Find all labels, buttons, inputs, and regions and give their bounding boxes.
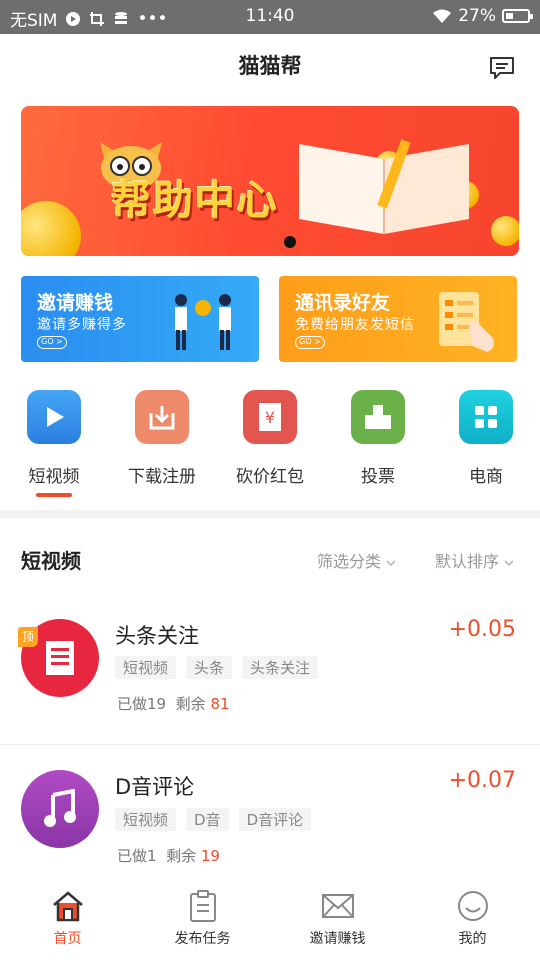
promo-subtitle: 邀请多赚得多 <box>37 317 127 333</box>
envelope-icon <box>321 894 354 918</box>
app-header: 猫猫帮 <box>0 34 540 98</box>
music-note-icon <box>21 770 99 848</box>
promo-title: 邀请赚钱 <box>37 292 114 314</box>
contacts-friends-card[interactable]: 通讯录好友 免费给朋友发短信 GO > <box>279 276 517 362</box>
wifi-icon <box>433 9 452 23</box>
contact-list-hand-icon <box>439 292 495 352</box>
page-title: 猫猫帮 <box>238 54 302 78</box>
promo-title: 通讯录好友 <box>295 292 391 314</box>
ballot-box-icon <box>351 390 405 444</box>
task-name: D音评论 <box>115 775 195 799</box>
category-label: 砍价红包 <box>236 467 304 487</box>
task-tag: 头条关注 <box>242 656 319 679</box>
task-tags: 短视频 D音 D音评论 <box>115 808 312 831</box>
battery-percent: 27% <box>458 6 496 26</box>
tab-label: 首页 <box>53 931 82 947</box>
tab-mine[interactable]: 我的 <box>405 890 540 948</box>
remain-label: 剩余 <box>166 847 197 865</box>
play-icon <box>27 390 81 444</box>
coin-decoration <box>491 216 519 246</box>
task-reward: +0.07 <box>448 768 516 793</box>
tab-publish-task[interactable]: 发布任务 <box>135 890 270 948</box>
go-button[interactable]: GO > <box>37 336 67 349</box>
sort-dropdown[interactable]: 默认排序 <box>435 548 514 572</box>
status-right: 27% <box>432 6 533 26</box>
category-vote[interactable]: 投票 <box>324 390 432 487</box>
chevron-down-icon <box>504 560 514 566</box>
list-divider <box>0 744 540 745</box>
pinned-badge: 顶 <box>18 627 38 647</box>
download-icon <box>135 390 189 444</box>
tab-label: 我的 <box>458 931 487 947</box>
home-icon <box>52 891 83 922</box>
done-count: 已做1 <box>117 847 157 865</box>
filter-label: 筛选分类 <box>317 552 382 571</box>
red-envelope-icon: ¥ <box>243 390 297 444</box>
task-tag: D音评论 <box>238 808 312 831</box>
category-ecommerce[interactable]: 电商 <box>432 390 540 487</box>
handshake-people-icon <box>175 294 231 350</box>
carousel-indicator[interactable] <box>284 236 296 248</box>
category-label: 下载注册 <box>128 467 196 487</box>
smiley-icon <box>457 891 488 921</box>
remain-count: 81 <box>210 695 230 713</box>
remain-count: 19 <box>200 847 220 865</box>
help-center-banner[interactable]: 帮助中心 <box>21 106 519 256</box>
task-reward: +0.05 <box>448 617 516 642</box>
category-download-register[interactable]: 下载注册 <box>108 390 216 487</box>
sort-label: 默认排序 <box>435 552 500 571</box>
active-category-indicator <box>36 493 72 497</box>
go-button[interactable]: GO > <box>295 336 325 349</box>
task-tag: 短视频 <box>115 656 177 679</box>
category-label: 投票 <box>361 467 395 487</box>
banner-title: 帮助中心 <box>111 178 279 224</box>
bottom-tab-bar: 首页 发布任务 邀请赚钱 我的 <box>0 876 540 960</box>
message-icon[interactable] <box>488 56 516 80</box>
category-label: 短视频 <box>28 467 80 487</box>
tab-home[interactable]: 首页 <box>0 890 135 948</box>
section-title: 短视频 <box>21 549 81 573</box>
tab-invite-earn[interactable]: 邀请赚钱 <box>270 890 405 948</box>
task-tag: 短视频 <box>115 808 177 831</box>
task-stats: 已做1 剩余 19 <box>117 845 220 866</box>
coin-decoration <box>21 201 81 256</box>
section-divider <box>0 510 540 518</box>
done-count: 已做19 <box>117 695 167 713</box>
category-bargain-redpacket[interactable]: ¥ 砍价红包 <box>216 390 324 487</box>
book-illustration <box>299 139 469 234</box>
grid-icon <box>459 390 513 444</box>
task-tags: 短视频 头条 头条关注 <box>115 656 319 679</box>
remain-label: 剩余 <box>175 695 206 713</box>
tab-label: 邀请赚钱 <box>309 931 366 947</box>
task-name: 头条关注 <box>115 624 199 648</box>
clipboard-icon <box>189 890 216 922</box>
svg-text:¥: ¥ <box>265 408 275 427</box>
category-label: 电商 <box>469 467 503 487</box>
invite-earn-card[interactable]: 邀请赚钱 邀请多赚得多 GO > <box>21 276 259 362</box>
battery-icon <box>502 9 533 23</box>
category-short-video[interactable]: 短视频 <box>0 390 108 487</box>
task-stats: 已做19 剩余 81 <box>117 693 230 714</box>
tab-label: 发布任务 <box>174 931 231 947</box>
task-tag: D音 <box>186 808 229 831</box>
chevron-down-icon <box>386 560 396 566</box>
promo-subtitle: 免费给朋友发短信 <box>295 317 415 333</box>
filter-dropdown[interactable]: 筛选分类 <box>317 548 396 572</box>
status-bar: 无SIM ••• 11:40 27% <box>0 0 540 34</box>
task-tag: 头条 <box>186 656 233 679</box>
